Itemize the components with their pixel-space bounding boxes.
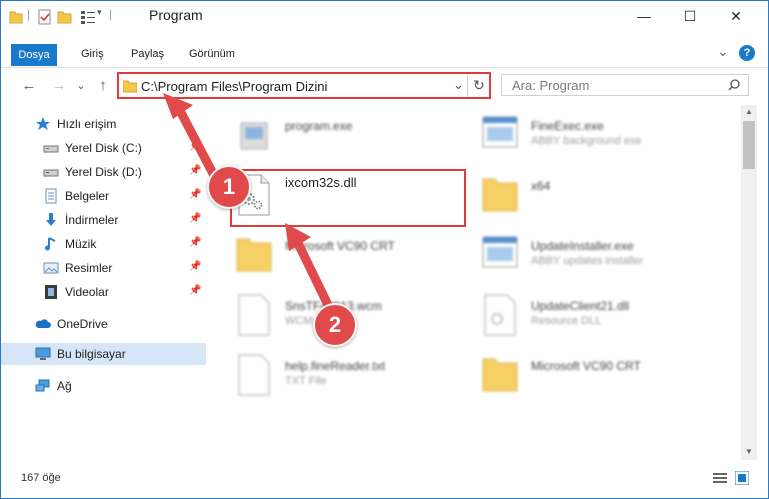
step-badge-2: 2 (313, 303, 357, 347)
step-badge-1: 1 (207, 165, 251, 209)
annotation-arrows (163, 93, 334, 312)
explorer-window: | ▾ | Program — ☐ ✕ Dosya Giriş Paylaş G… (0, 0, 769, 499)
